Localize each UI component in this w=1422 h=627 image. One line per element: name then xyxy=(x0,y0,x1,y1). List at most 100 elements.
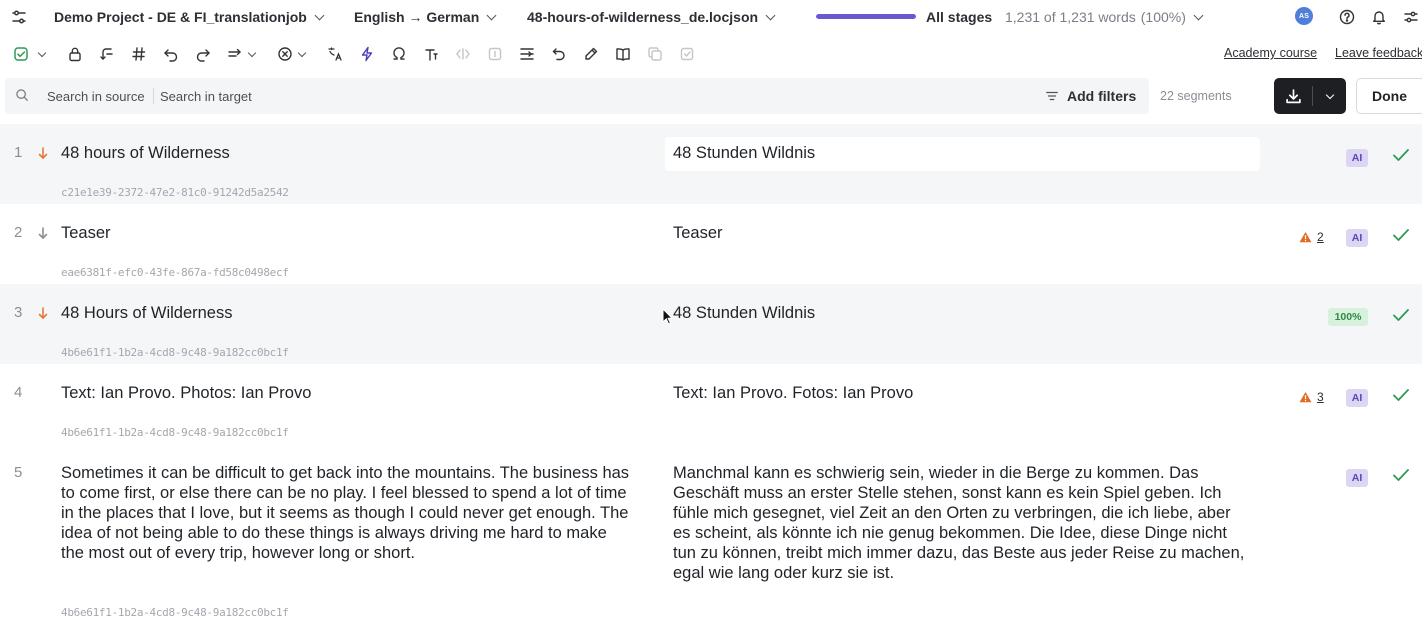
hashtag-icon[interactable] xyxy=(129,44,149,64)
search-icon xyxy=(15,88,31,104)
target-text[interactable]: Teaser xyxy=(673,223,1253,243)
cursor-box-icon xyxy=(485,44,505,64)
bell-icon[interactable] xyxy=(1369,7,1389,27)
search-source-input[interactable] xyxy=(47,78,151,114)
segment-number: 3 xyxy=(14,304,23,321)
chevron-down-icon xyxy=(1325,90,1334,99)
download-button[interactable] xyxy=(1274,78,1312,114)
arrow-down-icon xyxy=(38,307,48,319)
segment-number: 1 xyxy=(14,144,23,161)
pen-icon[interactable] xyxy=(581,44,601,64)
source-text: Sometimes it can be difficult to get bac… xyxy=(61,464,630,562)
segment-row[interactable]: 2 Teaser Teaser eae6381f-efc0-43fe-867a-… xyxy=(0,204,1422,284)
file-selector[interactable]: 48-hours-of-wilderness_de.locjson xyxy=(527,0,776,34)
confirmed-check-icon[interactable] xyxy=(1391,467,1411,483)
chevron-down-icon[interactable] xyxy=(37,48,47,58)
editor-toolbar xyxy=(0,38,1422,70)
word-count-selector[interactable]: 1,231 of 1,231 words (100%) xyxy=(1005,0,1204,34)
preferences-icon[interactable] xyxy=(1401,7,1421,27)
academy-course-link[interactable]: Academy course xyxy=(1224,46,1317,60)
book-icon[interactable] xyxy=(613,44,633,64)
search-target-input[interactable] xyxy=(160,78,360,114)
match-percent-badge: 100% xyxy=(1328,308,1368,326)
segment-number: 5 xyxy=(14,464,23,481)
stage-label: All stages xyxy=(926,9,993,25)
segment-number: 2 xyxy=(14,224,23,241)
warning-count: 3 xyxy=(1317,390,1324,404)
segment-key: eae6381f-efc0-43fe-867a-fd58c0498ecf xyxy=(61,266,289,279)
translate-icon[interactable] xyxy=(325,44,345,64)
download-button-group xyxy=(1274,78,1346,114)
confirm-check-icon[interactable] xyxy=(11,44,31,64)
add-filters-label: Add filters xyxy=(1067,88,1137,104)
target-text[interactable]: Text: Ian Provo. Fotos: Ian Provo xyxy=(673,383,1253,403)
confirmed-check-icon[interactable] xyxy=(1391,307,1411,323)
copy-icon xyxy=(645,44,665,64)
text-format-icon[interactable] xyxy=(421,44,441,64)
split-segment-icon[interactable] xyxy=(517,44,537,64)
search-divider xyxy=(153,88,154,104)
chevron-down-icon[interactable] xyxy=(247,48,257,58)
clear-icon[interactable] xyxy=(275,44,295,64)
tag-icon xyxy=(453,44,473,64)
target-text[interactable]: 48 Stunden Wildnis xyxy=(673,143,1253,163)
download-icon xyxy=(1285,88,1301,103)
confirmed-check-icon[interactable] xyxy=(1391,147,1411,163)
redo-icon[interactable] xyxy=(193,44,213,64)
segment-row[interactable]: 4 Text: Ian Provo. Photos: Ian Provo Tex… xyxy=(0,364,1422,444)
warning-icon xyxy=(1299,392,1312,403)
avatar[interactable]: AS xyxy=(1295,7,1313,25)
qa-warning[interactable]: 2 xyxy=(1299,230,1324,244)
revert-icon[interactable] xyxy=(549,44,569,64)
copy-source-icon[interactable] xyxy=(97,44,117,64)
target-text[interactable]: Manchmal kann es schwierig sein, wieder … xyxy=(673,463,1248,583)
chevron-down-icon xyxy=(765,10,776,20)
chevron-down-icon[interactable] xyxy=(297,48,307,58)
segment-key: c21e1e39-2372-47e2-81c0-91242d5a2542 xyxy=(61,186,289,199)
source-text: Teaser xyxy=(61,224,111,242)
segment-list: 1 48 hours of Wilderness 48 Stunden Wild… xyxy=(0,124,1422,627)
move-arrow-icon[interactable] xyxy=(225,44,245,64)
project-name: Demo Project - DE & FI_translationjob xyxy=(54,9,307,25)
confirmed-check-icon[interactable] xyxy=(1391,387,1411,403)
lock-icon[interactable] xyxy=(65,44,85,64)
mouse-cursor-icon xyxy=(662,308,674,325)
add-filters-button[interactable]: Add filters xyxy=(1045,78,1136,114)
chevron-down-icon xyxy=(314,10,325,20)
ai-badge: AI xyxy=(1346,469,1368,487)
segment-row[interactable]: 1 48 hours of Wilderness 48 Stunden Wild… xyxy=(0,124,1422,204)
stage-selector[interactable]: All stages xyxy=(926,0,992,34)
language-pair: English → German xyxy=(354,9,480,25)
segment-key: 4b6e61f1-1b2a-4cd8-9c48-9a182cc0bc1f xyxy=(61,606,289,619)
download-options-button[interactable] xyxy=(1313,78,1346,114)
segment-count: 22 segments xyxy=(1160,89,1232,103)
project-selector[interactable]: Demo Project - DE & FI_translationjob xyxy=(54,0,325,34)
settings-sliders-icon[interactable] xyxy=(9,7,29,27)
ai-badge: AI xyxy=(1346,229,1368,247)
warning-icon xyxy=(1299,232,1312,243)
lightning-icon[interactable] xyxy=(357,44,377,64)
segment-row[interactable]: 3 48 Hours of Wilderness 48 Stunden Wild… xyxy=(0,284,1422,364)
qa-icon xyxy=(677,44,697,64)
language-pair-selector[interactable]: English → German xyxy=(354,0,497,34)
ai-badge: AI xyxy=(1346,149,1368,167)
omega-special-chars-icon[interactable] xyxy=(389,44,409,64)
source-text: 48 hours of Wilderness xyxy=(61,144,230,162)
arrow-down-icon xyxy=(38,227,48,239)
segment-row[interactable]: 5 Sometimes it can be difficult to get b… xyxy=(0,444,1422,627)
leave-feedback-link[interactable]: Leave feedback xyxy=(1335,46,1422,60)
qa-warning[interactable]: 3 xyxy=(1299,390,1324,404)
source-text: Text: Ian Provo. Photos: Ian Provo xyxy=(61,384,312,402)
source-text: 48 Hours of Wilderness xyxy=(61,304,233,322)
target-text[interactable]: 48 Stunden Wildnis xyxy=(673,303,1253,323)
segment-key: 4b6e61f1-1b2a-4cd8-9c48-9a182cc0bc1f xyxy=(61,426,289,439)
done-button[interactable]: Done xyxy=(1356,78,1422,114)
arrow-down-icon xyxy=(38,147,48,159)
ai-badge: AI xyxy=(1346,389,1368,407)
chevron-down-icon xyxy=(1193,10,1204,20)
help-icon[interactable] xyxy=(1337,7,1357,27)
undo-icon[interactable] xyxy=(161,44,181,64)
warning-count: 2 xyxy=(1317,230,1324,244)
confirmed-check-icon[interactable] xyxy=(1391,227,1411,243)
segment-key: 4b6e61f1-1b2a-4cd8-9c48-9a182cc0bc1f xyxy=(61,346,289,359)
